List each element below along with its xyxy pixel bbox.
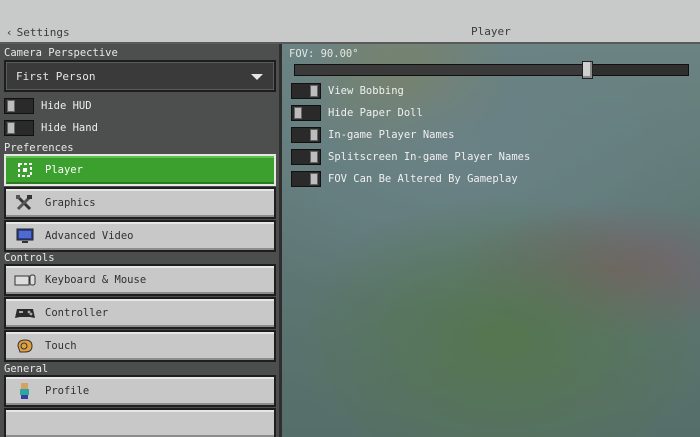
- hide-hud-label: Hide HUD: [41, 100, 92, 112]
- back-button[interactable]: ‹ Settings: [6, 24, 70, 40]
- chevron-down-icon: [251, 74, 263, 80]
- hide-hand-label: Hide Hand: [41, 122, 98, 134]
- profile-icon: [14, 382, 36, 400]
- fov-altered-by-gameplay-toggle[interactable]: [291, 171, 321, 187]
- sidebar-item-controller[interactable]: Controller: [4, 297, 276, 329]
- view-bobbing-row: View Bobbing: [291, 82, 404, 100]
- camera-perspective-dropdown[interactable]: First Person: [4, 60, 276, 92]
- page-title: Player: [471, 25, 511, 38]
- sidebar-item-touch[interactable]: Touch: [4, 330, 276, 362]
- hide-hand-row: Hide Hand: [4, 119, 98, 137]
- splitscreen-player-names-label: Splitscreen In-game Player Names: [328, 151, 531, 163]
- hide-paper-doll-toggle[interactable]: [291, 105, 321, 121]
- fov-slider-fill: [295, 65, 582, 75]
- view-bobbing-label: View Bobbing: [328, 85, 404, 97]
- controller-icon: [14, 304, 36, 322]
- sidebar-item-label: Advanced Video: [45, 230, 134, 242]
- ingame-player-names-toggle[interactable]: [291, 127, 321, 143]
- touch-icon: [14, 337, 36, 355]
- sidebar-item-player[interactable]: Player: [4, 154, 276, 186]
- sidebar-item-profile[interactable]: Profile: [4, 375, 276, 407]
- general-section-label: General: [4, 363, 49, 375]
- preferences-section-label: Preferences: [4, 142, 74, 154]
- fov-label: FOV: 90.00°: [289, 48, 359, 60]
- fov-slider[interactable]: [294, 61, 689, 79]
- back-label: Settings: [16, 25, 70, 39]
- hide-paper-doll-row: Hide Paper Doll: [291, 104, 423, 122]
- ingame-player-names-label: In-game Player Names: [328, 129, 455, 141]
- camera-perspective-label: Camera Perspective: [4, 47, 118, 59]
- splitscreen-player-names-row: Splitscreen In-game Player Names: [291, 148, 530, 166]
- monitor-icon: [14, 227, 36, 245]
- sidebar-item-label: Graphics: [45, 197, 96, 209]
- sidebar-item-label: Controller: [45, 307, 109, 319]
- keyboard-icon: [14, 271, 36, 289]
- graphics-icon: [14, 194, 36, 212]
- hide-hud-row: Hide HUD: [4, 97, 92, 115]
- sidebar-item-label: Keyboard & Mouse: [45, 274, 147, 286]
- sidebar-item-advanced-video[interactable]: Advanced Video: [4, 220, 276, 252]
- sidebar-item-label: Profile: [45, 385, 90, 397]
- sidebar-item-keyboard-mouse[interactable]: Keyboard & Mouse: [4, 264, 276, 296]
- view-bobbing-toggle[interactable]: [291, 83, 321, 99]
- controls-section-label: Controls: [4, 252, 55, 264]
- top-bar: ‹ Settings Player: [0, 0, 700, 44]
- fov-altered-by-gameplay-row: FOV Can Be Altered By Gameplay: [291, 170, 518, 188]
- dropdown-value: First Person: [16, 69, 96, 83]
- settings-sidebar: Camera Perspective First Person Hide HUD…: [0, 44, 282, 437]
- hide-hand-toggle[interactable]: [4, 120, 34, 136]
- sidebar-item-label: Player: [45, 164, 83, 176]
- player-icon: [14, 161, 36, 179]
- sidebar-item-partial[interactable]: [4, 408, 276, 437]
- ingame-player-names-row: In-game Player Names: [291, 126, 454, 144]
- splitscreen-player-names-toggle[interactable]: [291, 149, 321, 165]
- player-settings-panel: FOV: 90.00° View Bobbing Hide Paper Doll…: [282, 44, 700, 437]
- hide-paper-doll-label: Hide Paper Doll: [328, 107, 423, 119]
- fov-altered-by-gameplay-label: FOV Can Be Altered By Gameplay: [328, 173, 518, 185]
- sidebar-item-graphics[interactable]: Graphics: [4, 187, 276, 219]
- hide-hud-toggle[interactable]: [4, 98, 34, 114]
- sidebar-item-label: Touch: [45, 340, 77, 352]
- fov-slider-thumb[interactable]: [582, 61, 593, 79]
- chevron-left-icon: ‹: [6, 25, 13, 39]
